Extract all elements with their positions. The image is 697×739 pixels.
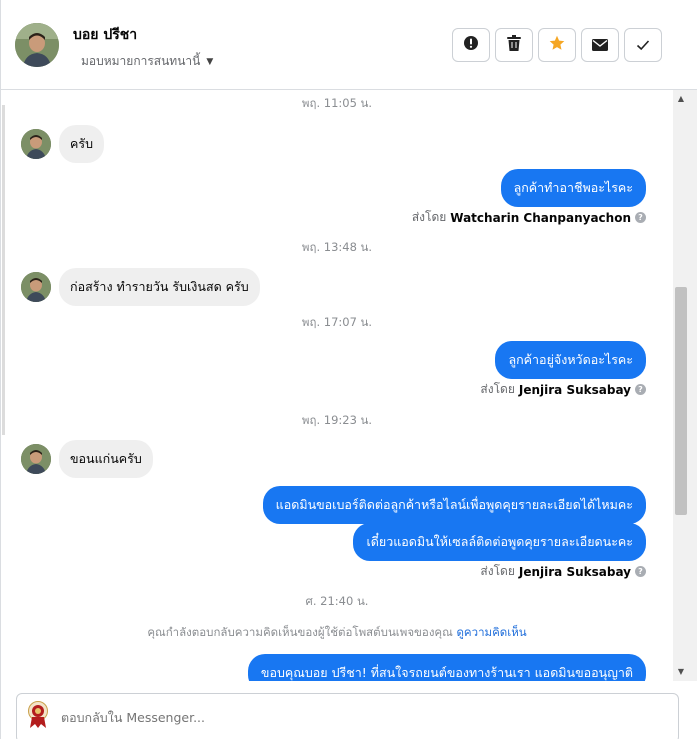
incoming-message[interactable]: ครับ: [59, 125, 105, 163]
sent-by-label: ส่งโดย Jenjira Suksabay ?: [480, 562, 646, 581]
timestamp: พฤ. 11:05 น.: [301, 96, 373, 110]
header-actions: [452, 28, 662, 62]
notice-text: คุณกำลังตอบกลับความคิดเห็นของผู้ใช้ต่อโพ…: [147, 625, 453, 639]
view-comment-link[interactable]: ดูความคิดเห็น: [456, 625, 526, 639]
reply-composer[interactable]: [16, 693, 679, 739]
star-button[interactable]: [538, 28, 576, 62]
help-icon[interactable]: ?: [635, 566, 646, 577]
sender-name: Watcharin Chanpanyachon: [450, 210, 631, 225]
sent-by-prefix: ส่งโดย: [480, 564, 515, 578]
mark-unread-button[interactable]: [581, 28, 619, 62]
report-button[interactable]: [452, 28, 490, 62]
contact-avatar: [21, 129, 51, 159]
outgoing-message[interactable]: แอดมินขอเบอร์ติดต่อลูกค้าหรือไลน์เพื่อพู…: [262, 486, 646, 524]
star-icon: [549, 35, 565, 55]
envelope-icon: [592, 36, 608, 55]
incoming-message[interactable]: ขอนแก่นครับ: [59, 440, 153, 478]
scrollbar-thumb[interactable]: [675, 287, 687, 515]
panel-divider: [2, 105, 5, 435]
timestamp: พฤ. 13:48 น.: [301, 240, 373, 254]
reply-input[interactable]: [61, 710, 621, 725]
outgoing-message[interactable]: ขอบคุณบอย ปรีชา! ที่สนใจรถยนต์ของทางร้าน…: [247, 654, 646, 681]
sent-by-label: ส่งโดย Jenjira Suksabay ?: [480, 380, 646, 399]
outgoing-message[interactable]: เดี๋ยวแอดมินให้เซลล์ติดต่อพูดคุยรายละเอี…: [353, 523, 646, 561]
timestamp: พฤ. 17:07 น.: [301, 315, 373, 329]
assign-label: มอบหมายการสนทนานี้: [81, 54, 201, 68]
help-icon[interactable]: ?: [635, 212, 646, 223]
sent-by-prefix: ส่งโดย: [411, 210, 447, 224]
conversation-window: บอย ปรีชา มอบหมายการสนทนานี้ ▼ พฤ. 11:05…: [0, 0, 697, 739]
incoming-message[interactable]: ก่อสร้าง ทำรายวัน รับเงินสด ครับ: [59, 268, 260, 306]
incoming-message-row: ครับ: [21, 125, 105, 163]
help-icon[interactable]: ?: [635, 384, 646, 395]
scroll-down-icon[interactable]: ▼: [676, 667, 686, 677]
incoming-message-row: ก่อสร้าง ทำรายวัน รับเงินสด ครับ: [21, 268, 260, 306]
contact-avatar[interactable]: [15, 23, 59, 67]
delete-button[interactable]: [495, 28, 533, 62]
message-thread[interactable]: พฤ. 11:05 น. ครับ ลูกค้าทำอาชีพอะไรคะ ส่…: [1, 90, 673, 681]
scroll-up-icon[interactable]: ▲: [676, 94, 686, 104]
timestamp: ศ. 21:40 น.: [305, 594, 369, 608]
timestamp: พฤ. 19:23 น.: [301, 413, 373, 427]
outgoing-message[interactable]: ลูกค้าทำอาชีพอะไรคะ: [500, 169, 646, 207]
comment-reply-notice: คุณกำลังตอบกลับความคิดเห็นของผู้ใช้ต่อโพ…: [1, 624, 673, 642]
sender-name: Jenjira Suksabay: [518, 382, 631, 397]
done-button[interactable]: [624, 28, 662, 62]
caret-down-icon: ▼: [206, 56, 214, 67]
contact-name[interactable]: บอย ปรีชา: [73, 24, 137, 46]
assign-conversation-dropdown[interactable]: มอบหมายการสนทนานี้ ▼: [81, 52, 213, 71]
sent-by-label: ส่งโดย Watcharin Chanpanyachon ?: [412, 208, 646, 227]
conversation-header: บอย ปรีชา มอบหมายการสนทนานี้ ▼: [1, 0, 697, 90]
contact-avatar: [21, 272, 51, 302]
trash-icon: [507, 35, 521, 55]
sender-name: Jenjira Suksabay: [518, 564, 631, 579]
outgoing-message[interactable]: ลูกค้าอยู่จังหวัดอะไรคะ: [495, 341, 646, 379]
sent-by-prefix: ส่งโดย: [480, 382, 515, 396]
page-avatar: [27, 701, 49, 729]
check-icon: [636, 36, 650, 55]
alert-icon: [463, 35, 479, 55]
contact-avatar: [21, 444, 51, 474]
incoming-message-row: ขอนแก่นครับ: [21, 440, 153, 478]
